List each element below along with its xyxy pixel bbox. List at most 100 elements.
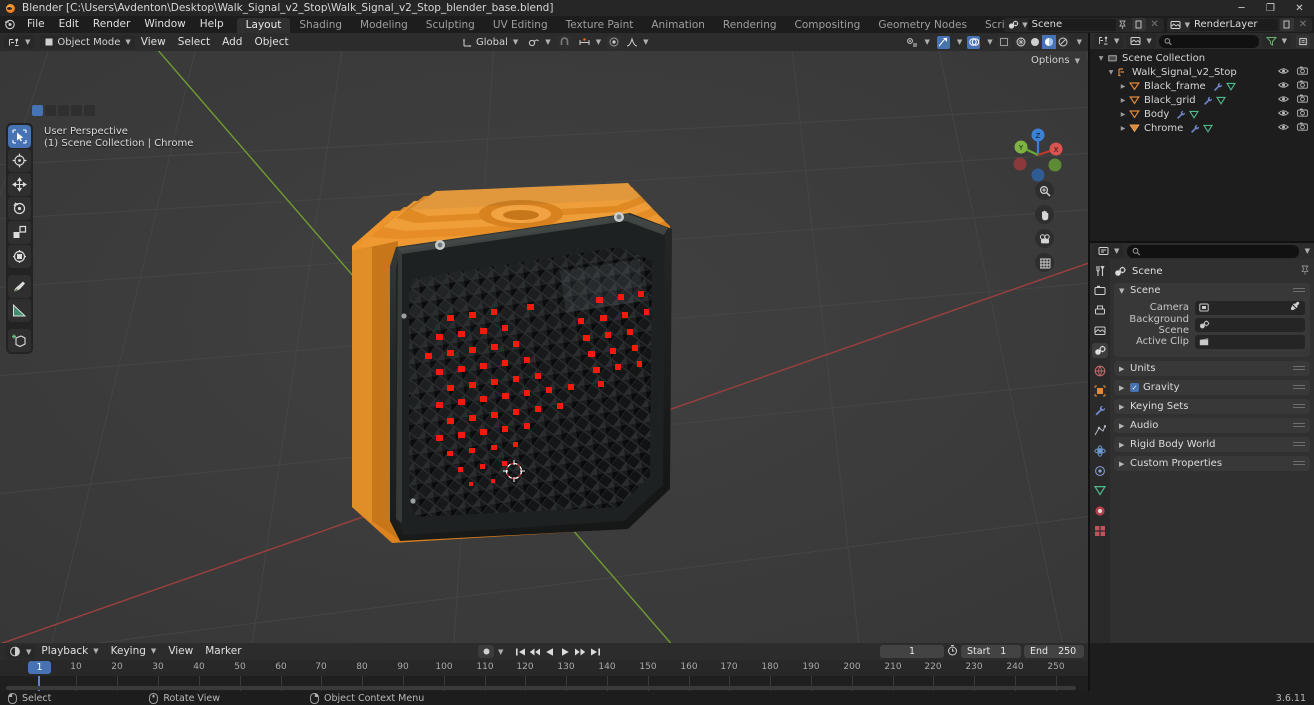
shading-material-preview-button[interactable]	[1041, 35, 1056, 49]
texture-tab[interactable]	[1092, 523, 1108, 538]
custom-properties-panel-header[interactable]: ▶ Custom Properties	[1114, 456, 1310, 471]
outliner-row-black-frame[interactable]: ▶ Black_frame	[1090, 79, 1314, 93]
pivot-point-dropdown[interactable]: ▼	[524, 35, 554, 49]
shading-dropdown[interactable]: ▼	[1073, 35, 1084, 49]
delete-viewlayer-button[interactable]: ✕	[1296, 18, 1310, 31]
modifier-tab[interactable]	[1092, 403, 1108, 418]
timeline-menu-marker[interactable]: Marker	[199, 643, 247, 660]
play-button[interactable]	[558, 645, 572, 659]
units-panel-header[interactable]: ▶ Units	[1114, 361, 1310, 376]
proportional-falloff-dropdown[interactable]: ▼	[622, 35, 652, 49]
pan-hand-icon[interactable]	[1035, 205, 1054, 224]
select-invert-icon[interactable]	[71, 105, 82, 116]
annotate-tool[interactable]	[8, 275, 31, 298]
scene-tab[interactable]	[1092, 343, 1108, 358]
timeline-menu-playback[interactable]: Playback ▼	[35, 643, 104, 660]
black-frame-disclosure-icon[interactable]: ▶	[1118, 83, 1128, 90]
editor-type-button[interactable]: ▼	[4, 35, 35, 49]
keying-sets-panel-header[interactable]: ▶ Keying Sets	[1114, 399, 1310, 414]
visibility-dropdown[interactable]: ▼	[902, 35, 933, 49]
transform-tool[interactable]	[8, 245, 31, 268]
material-tab[interactable]	[1092, 503, 1108, 518]
navigation-gizmo[interactable]: X Y Z	[1006, 123, 1070, 187]
proportional-editing-toggle[interactable]	[607, 35, 621, 49]
menu-window[interactable]: Window	[137, 16, 192, 33]
shading-solid-button[interactable]	[1028, 35, 1042, 49]
jump-to-next-keyframe-button[interactable]	[573, 645, 587, 659]
disable-in-renders-icon[interactable]	[1297, 108, 1308, 120]
viewlayer-name[interactable]: RenderLayer	[1190, 18, 1278, 31]
properties-search-input[interactable]	[1143, 245, 1294, 257]
pin-icon[interactable]	[1116, 19, 1130, 31]
frame-start-field[interactable]: Start 1	[961, 645, 1021, 658]
playhead-frame-indicator[interactable]: 1	[28, 661, 51, 674]
outliner-row-chrome[interactable]: ▶ Chrome	[1090, 121, 1314, 135]
timeline-track[interactable]	[0, 676, 1088, 691]
select-set-icon[interactable]	[32, 105, 43, 116]
camera-icon[interactable]	[1035, 229, 1054, 248]
disable-in-renders-icon[interactable]	[1297, 80, 1308, 92]
scene-panel-header[interactable]: ▼ Scene	[1114, 283, 1310, 298]
active-clip-field[interactable]	[1195, 334, 1305, 349]
zoom-icon[interactable]	[1035, 181, 1054, 200]
tab-rendering[interactable]: Rendering	[714, 18, 786, 33]
scale-tool[interactable]	[8, 221, 31, 244]
outliner-row-scene-collection[interactable]: ▼ Scene Collection	[1090, 51, 1314, 65]
measure-tool[interactable]	[8, 299, 31, 322]
viewport-menu-object[interactable]: Object	[248, 33, 294, 51]
hide-in-viewport-icon[interactable]	[1278, 123, 1289, 134]
xray-toggle[interactable]	[997, 35, 1011, 49]
blender-menu-icon[interactable]	[0, 19, 20, 30]
rotate-tool[interactable]	[8, 197, 31, 220]
auto-keying-caret-icon[interactable]: ▼	[498, 648, 503, 656]
maximize-button[interactable]: ❐	[1256, 0, 1285, 16]
select-intersect-icon[interactable]	[84, 105, 95, 116]
tab-modeling[interactable]: Modeling	[351, 18, 417, 33]
scene-name[interactable]: Scene	[1027, 18, 1116, 31]
cursor-tool[interactable]	[8, 149, 31, 172]
frame-end-field[interactable]: End 250	[1024, 645, 1084, 658]
overlays-dropdown[interactable]: ▼	[983, 35, 994, 49]
black-grid-disclosure-icon[interactable]: ▶	[1118, 97, 1128, 104]
gravity-checkbox[interactable]: ✓	[1130, 383, 1139, 392]
disable-in-renders-icon[interactable]	[1297, 94, 1308, 106]
viewlayer-selector[interactable]: ▼ RenderLayer ✕	[1166, 17, 1312, 32]
body-disclosure-icon[interactable]: ▶	[1118, 111, 1128, 118]
shading-wireframe-button[interactable]	[1014, 35, 1028, 49]
select-subtract-icon[interactable]	[58, 105, 69, 116]
properties-editor-type-button[interactable]: ▼	[1094, 244, 1124, 258]
timeline-menu-view[interactable]: View	[162, 643, 199, 660]
scene-collection-disclosure-icon[interactable]: ▼	[1096, 55, 1106, 62]
overlays-toggle[interactable]	[967, 35, 981, 49]
tab-uv-editing[interactable]: UV Editing	[484, 18, 557, 33]
tab-compositing[interactable]: Compositing	[786, 18, 870, 33]
hide-in-viewport-icon[interactable]	[1278, 67, 1289, 78]
close-button[interactable]: ✕	[1285, 0, 1314, 16]
auto-keying-button[interactable]	[478, 645, 494, 658]
tab-shading[interactable]: Shading	[290, 18, 351, 33]
new-scene-button[interactable]	[1131, 18, 1146, 31]
timeline-menu-keying[interactable]: Keying ▼	[105, 643, 163, 660]
jump-to-end-button[interactable]	[588, 645, 602, 659]
jump-to-start-button[interactable]	[513, 645, 527, 659]
use-preview-range-icon[interactable]	[947, 644, 958, 659]
properties-search-box[interactable]	[1127, 244, 1299, 258]
camera-field[interactable]	[1195, 300, 1305, 315]
tab-layout[interactable]: Layout	[236, 18, 291, 33]
rigid-body-world-panel-header[interactable]: ▶ Rigid Body World	[1114, 437, 1310, 452]
tab-texture-paint[interactable]: Texture Paint	[557, 18, 643, 33]
gizmo-toggle[interactable]	[936, 35, 950, 49]
view-layer-tab[interactable]	[1092, 323, 1108, 338]
select-box-tool[interactable]	[8, 125, 31, 148]
background-scene-field[interactable]	[1195, 317, 1305, 332]
tab-animation[interactable]: Animation	[642, 18, 714, 33]
pin-id-icon[interactable]	[1300, 265, 1310, 278]
viewport-menu-view[interactable]: View	[135, 33, 172, 51]
current-frame-field[interactable]: 1	[880, 645, 944, 658]
menu-help[interactable]: Help	[193, 16, 231, 33]
tab-geometry-nodes[interactable]: Geometry Nodes	[869, 18, 976, 33]
outliner-row-walk-signal[interactable]: ▼ Walk_Signal_v2_Stop	[1090, 65, 1314, 79]
jump-to-prev-keyframe-button[interactable]	[528, 645, 542, 659]
walk-signal-disclosure-icon[interactable]: ▼	[1106, 69, 1116, 76]
eyedropper-icon[interactable]	[1290, 301, 1302, 314]
